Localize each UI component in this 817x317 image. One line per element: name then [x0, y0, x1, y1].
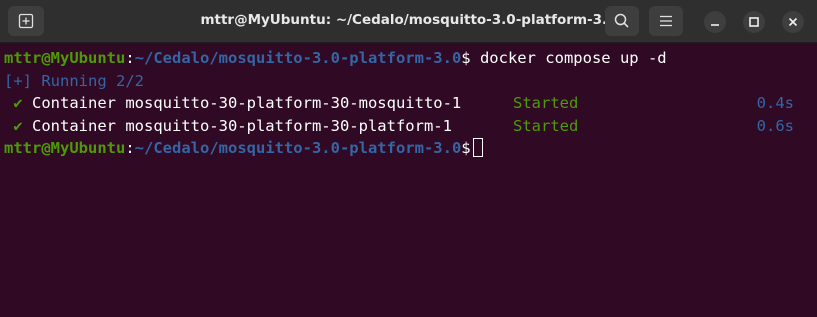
window-title: mttr@MyUbuntu: ~/Cedalo/mosquitto-3.0-pl… — [200, 12, 617, 28]
check-icon: ✔ — [4, 116, 23, 135]
prompt-user-host: mttr@MyUbuntu — [4, 139, 126, 157]
menu-button[interactable] — [649, 6, 683, 36]
container-status-line: ✔ Container mosquitto-30-platform-30-pla… — [4, 115, 817, 138]
terminal-window: mttr@MyUbuntu: ~/Cedalo/mosquitto-3.0-pl… — [0, 0, 817, 317]
scrollbar[interactable] — [809, 43, 817, 317]
maximize-icon — [749, 17, 759, 27]
prompt-dollar: $ — [461, 139, 471, 157]
close-icon — [788, 17, 798, 27]
minimize-icon — [711, 24, 719, 26]
prompt-colon: : — [125, 139, 135, 157]
check-icon: ✔ — [4, 94, 23, 112]
search-icon — [614, 13, 629, 28]
prompt-path: ~/Cedalo/mosquitto-3.0-platform-3.0 — [134, 49, 462, 67]
command-text: docker compose up -d — [470, 49, 667, 67]
search-button[interactable] — [605, 6, 639, 36]
hamburger-menu-icon — [660, 15, 672, 27]
container-status-line: ✔ Container mosquitto-30-platform-30-mos… — [4, 92, 817, 115]
text-cursor — [472, 138, 483, 157]
prompt-user-host: mttr@MyUbuntu — [4, 49, 126, 67]
container-label: Container mosquitto-30-platform-30-mosqu… — [22, 94, 462, 112]
prompt-dollar: $ — [461, 49, 471, 67]
container-label: Container mosquitto-30-platform-30-platf… — [22, 116, 452, 135]
container-status: Started — [513, 116, 579, 135]
minimize-button[interactable] — [704, 11, 726, 33]
prompt-path: ~/Cedalo/mosquitto-3.0-platform-3.0 — [134, 139, 462, 157]
command-line: mttr@MyUbuntu:~/Cedalo/mosquitto-3.0-pla… — [4, 47, 817, 70]
running-status-line: [+] Running 2/2 — [4, 71, 144, 90]
maximize-button[interactable] — [743, 11, 765, 33]
container-duration: 0.4s — [756, 94, 794, 112]
container-duration: 0.6s — [756, 116, 794, 135]
terminal-output[interactable]: mttr@MyUbuntu:~/Cedalo/mosquitto-3.0-pla… — [0, 43, 817, 317]
prompt-colon: : — [125, 49, 135, 67]
close-button[interactable] — [782, 11, 804, 33]
title-bar: mttr@MyUbuntu: ~/Cedalo/mosquitto-3.0-pl… — [0, 0, 817, 43]
container-status: Started — [513, 94, 579, 112]
prompt-line: mttr@MyUbuntu:~/Cedalo/mosquitto-3.0-pla… — [4, 137, 817, 160]
